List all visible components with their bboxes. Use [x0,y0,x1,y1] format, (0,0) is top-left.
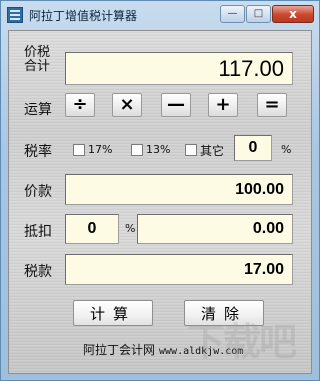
tax-amount-label: 税款 [24,264,52,280]
divide-button[interactable]: ÷ [65,93,95,117]
watermark: 下载吧 [187,320,297,364]
deduction-percent-unit: % [125,222,136,235]
rate-17-checkbox[interactable] [73,144,85,156]
deduction-amount-field[interactable]: 0.00 [137,214,293,244]
rate-13-label: 13% [146,143,171,156]
deduction-label: 抵扣 [24,224,52,240]
rate-13-checkbox[interactable] [131,144,143,156]
maximize-button[interactable]: □ [246,5,271,23]
calculate-button[interactable]: 计算 [73,300,153,326]
price-label: 价款 [24,184,52,200]
custom-rate-field[interactable]: 0 [234,135,272,161]
rate-percent-unit: % [281,143,292,156]
close-button[interactable]: x [272,5,314,23]
operation-label: 运算 [24,102,52,118]
calculator-app-icon [7,7,23,23]
plus-button[interactable]: + [208,93,238,117]
tax-inclusive-label-line1: 价税 [24,45,51,60]
minimize-button[interactable]: — [220,5,245,23]
window-title: 阿拉丁增值税计算器 [29,8,138,23]
calculator-window: 阿拉丁增值税计算器 — □ x 价税 合计 117.00 运算 ÷ × — + … [0,0,320,381]
multiply-button[interactable]: × [112,93,142,117]
equals-button[interactable]: = [257,93,287,117]
rate-other-checkbox[interactable] [185,144,197,156]
tax-inclusive-label-line2: 合计 [24,59,51,74]
title-bar: 阿拉丁增值税计算器 — □ x [1,1,319,29]
tax-amount-field[interactable]: 17.00 [65,254,293,285]
tax-inclusive-label: 价税 合计 [24,46,50,74]
tax-inclusive-total-field[interactable]: 117.00 [65,52,293,85]
deduction-rate-field[interactable]: 0 [65,214,119,244]
window-controls: — □ x [220,5,314,23]
calculator-panel: 价税 合计 117.00 运算 ÷ × — + = 税率 17% 13% 其它 … [8,30,312,374]
tax-rate-label: 税率 [24,144,52,160]
minus-button[interactable]: — [161,93,191,117]
rate-other-label: 其它 [200,144,225,158]
footer-site-name: 阿拉丁会计网 [83,343,156,357]
price-field[interactable]: 100.00 [65,174,293,205]
rate-17-label: 17% [88,143,113,156]
